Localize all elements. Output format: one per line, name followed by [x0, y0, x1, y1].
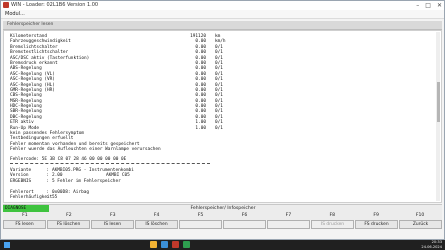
info-value: 55 [52, 194, 58, 200]
fs-drucken-button[interactable]: FS drucken [355, 220, 398, 229]
parameter-list: Kilometerstand 191120 km Fahrzeuggeschwindi… [10, 34, 240, 131]
scrollbar-thumb[interactable] [436, 82, 440, 122]
fkey-label-f8: F8 [329, 213, 336, 218]
info-value: 5 Fehler im Fehlerspeicher [52, 178, 121, 184]
message-list: kein passendes Fehlersymptom Testbedingun… [10, 131, 161, 153]
is-drucken-button[interactable]: IS drucken [311, 220, 354, 229]
close-icon[interactable]: ✕ [437, 1, 442, 10]
window-title: WIN - Loader: 02L1B6 Version 1.00 [11, 2, 99, 8]
fkey-label-f2: F2 [66, 213, 72, 218]
panel-header-label: Fehlerspeicher lesen [7, 22, 54, 27]
clock-date: 24.06.2024 [421, 244, 442, 249]
empty-fkey-button-5[interactable] [179, 220, 222, 229]
menu-bar: Modul... [1, 10, 444, 19]
inpa-app-icon[interactable] [172, 241, 179, 248]
is-lesen-button[interactable]: IS lesen [91, 220, 134, 229]
info-colon: : [46, 194, 49, 200]
fehlercode-line: Fehlercode: 5E 3B C8 07 28 46 00 00 00 0… [10, 157, 127, 162]
taskbar-apps [150, 241, 190, 248]
separator-line [10, 163, 210, 164]
fkey-label-f1: F1 [22, 213, 28, 218]
is-löschen-button[interactable]: IS löschen [135, 220, 178, 229]
param-unit: 0/1 [215, 125, 223, 131]
info-value: 0x00D8: Airbag [52, 189, 90, 195]
fkey-label-f9: F9 [373, 213, 379, 218]
fkey-label-f7: F7 [285, 213, 292, 218]
panel-header: Fehlerspeicher lesen [3, 21, 442, 30]
taskbar: 20:33 24.06.2024 [0, 240, 445, 250]
empty-fkey-button-7[interactable] [267, 220, 310, 229]
system-clock[interactable]: 20:33 24.06.2024 [421, 240, 442, 249]
main-window: WIN - Loader: 02L1B6 Version 1.00 – □ ✕ … [0, 0, 445, 240]
maximize-icon[interactable]: □ [425, 1, 431, 10]
app-icon [3, 2, 9, 8]
minimize-icon[interactable]: – [416, 1, 419, 10]
info-colon: : [46, 178, 49, 184]
file-explorer-icon[interactable] [150, 241, 157, 248]
empty-fkey-button-6[interactable] [223, 220, 266, 229]
browser-icon[interactable] [161, 241, 168, 248]
terminal-icon[interactable] [183, 241, 190, 248]
fs-lesen-button[interactable]: FS lesen [3, 220, 46, 229]
fkey-label-f6: F6 [241, 213, 248, 218]
fs-löschen-button[interactable]: FS löschen [47, 220, 90, 229]
info-label: Fehlerhäufigkeit [10, 194, 53, 200]
fkey-label-f10: F10 [415, 213, 425, 218]
menu-modul[interactable]: Modul... [5, 10, 25, 18]
fkey-label-f4: F4 [153, 213, 160, 218]
zurück-button[interactable]: Zurück [399, 220, 442, 229]
fkey-label-f5: F5 [197, 213, 204, 218]
output-area[interactable]: Kilometerstand 191120 km Fahrzeuggeschwindi… [3, 30, 442, 203]
info-label: ERGEBNIS [10, 178, 32, 184]
fkey-label-f3: F3 [109, 213, 116, 218]
param-value: 1.00 [195, 125, 206, 131]
function-key-buttons: FS lesen FS löschen IS lesen IS löschen IS d… [3, 220, 442, 230]
status-message: Fehler wuerde das Aufleuchten einer Warn… [10, 147, 161, 153]
window-controls: – □ ✕ [416, 1, 442, 10]
windows-start-icon[interactable] [4, 242, 10, 248]
vertical-scrollbar[interactable] [436, 32, 440, 201]
function-key-labels: F1 F2 F3 F4 F5 F6 F7 F8 F9 F10 [3, 212, 442, 220]
